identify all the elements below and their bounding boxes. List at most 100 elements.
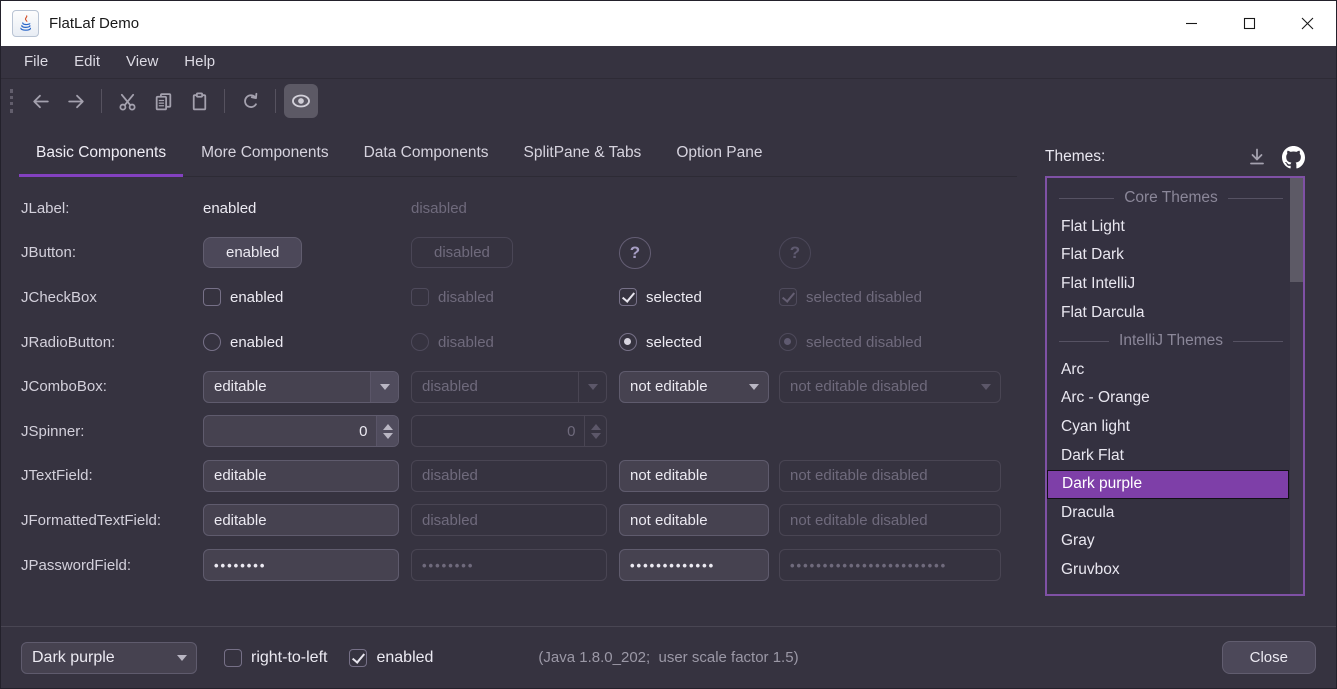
themes-label: Themes: [1045, 148, 1105, 166]
chevron-down-icon [588, 384, 598, 390]
show-details-toggle[interactable] [284, 84, 318, 118]
jradiobutton-row-label: JRadioButton: [19, 334, 203, 351]
theme-item[interactable]: Cyan light [1047, 413, 1289, 442]
spinner-value-disabled [412, 416, 584, 446]
spinner-value[interactable] [204, 416, 376, 446]
tab-option-pane[interactable]: Option Pane [659, 144, 779, 176]
theme-item[interactable]: Dark Flat [1047, 441, 1289, 470]
close-window-button[interactable] [1278, 1, 1336, 46]
copy-button[interactable] [146, 84, 180, 118]
checkbox-disabled [411, 288, 429, 306]
tab-data-components[interactable]: Data Components [347, 144, 506, 176]
toolbar-separator [101, 89, 102, 113]
theme-group-core: Core Themes [1047, 184, 1289, 213]
enabled-checkbox[interactable] [349, 649, 367, 667]
copy-icon [153, 91, 174, 112]
titlebar: FlatLaf Demo [1, 1, 1336, 46]
theme-item[interactable]: Flat Light [1047, 213, 1289, 242]
disabled-button: disabled [411, 237, 513, 268]
jtextfield-row-label: JTextField: [19, 467, 203, 484]
help-button[interactable]: ? [619, 237, 651, 269]
jlabel-row-label: JLabel: [19, 200, 203, 217]
combobox-not-editable-disabled: not editable disabled [779, 371, 1001, 403]
download-icon[interactable] [1247, 147, 1267, 167]
formatted-textfield-not-editable[interactable] [619, 504, 769, 536]
menu-file[interactable]: File [11, 46, 61, 78]
textfield-disabled [411, 460, 607, 492]
combobox-editable[interactable]: editable [203, 371, 399, 403]
password-field-editable[interactable] [203, 549, 399, 581]
refresh-button[interactable] [233, 84, 267, 118]
paste-button[interactable] [182, 84, 216, 118]
menu-edit[interactable]: Edit [61, 46, 113, 78]
combobox-not-editable[interactable]: not editable [619, 371, 769, 403]
menu-view[interactable]: View [113, 46, 171, 78]
chevron-down-icon [177, 655, 187, 661]
formatted-textfield-not-editable-disabled [779, 504, 1001, 536]
app-window: FlatLaf Demo File Edit View Help [0, 0, 1337, 689]
checkbox-selected-disabled [779, 288, 797, 306]
themes-scrollbar[interactable] [1290, 178, 1303, 594]
combobox-disabled: disabled [411, 371, 607, 403]
textfield-not-editable[interactable] [619, 460, 769, 492]
spinner-down-icon[interactable] [383, 433, 393, 439]
tab-more-components[interactable]: More Components [184, 144, 346, 176]
themes-panel: Themes: Core Themes Flat Light Flat Dark… [1045, 123, 1305, 626]
theme-item[interactable]: Arc [1047, 356, 1289, 385]
radio-enabled[interactable] [203, 333, 221, 351]
java-info-text: (Java 1.8.0_202; user scale factor 1.5) [1, 649, 1336, 666]
close-button[interactable]: Close [1222, 641, 1316, 674]
spinner-down-icon [591, 433, 601, 439]
github-icon[interactable] [1282, 146, 1305, 169]
cut-button[interactable] [110, 84, 144, 118]
radio-disabled [411, 333, 429, 351]
theme-item[interactable]: Flat Darcula [1047, 298, 1289, 327]
jlabel-enabled: enabled [203, 200, 256, 217]
toolbar-separator [224, 89, 225, 113]
maximize-button[interactable] [1220, 1, 1278, 46]
textfield-editable[interactable] [203, 460, 399, 492]
theme-item-selected[interactable]: Dark purple [1047, 470, 1289, 499]
password-field-disabled [411, 549, 607, 581]
enabled-button[interactable]: enabled [203, 237, 302, 268]
theme-item[interactable]: Gruvbox [1047, 556, 1289, 585]
right-to-left-checkbox[interactable] [224, 649, 242, 667]
textfield-not-editable-disabled [779, 460, 1001, 492]
forward-button[interactable] [59, 84, 93, 118]
formatted-textfield-editable[interactable] [203, 504, 399, 536]
theme-item[interactable]: Flat Dark [1047, 241, 1289, 270]
tab-splitpane-tabs[interactable]: SplitPane & Tabs [507, 144, 659, 176]
theme-item[interactable]: Dracula [1047, 499, 1289, 528]
back-button[interactable] [23, 84, 57, 118]
jbutton-row-label: JButton: [19, 244, 203, 261]
scrollbar-thumb[interactable] [1290, 178, 1303, 282]
menu-help[interactable]: Help [171, 46, 228, 78]
toolbar [1, 79, 1336, 123]
spinner-disabled [411, 415, 607, 447]
theme-item[interactable]: Arc - Orange [1047, 384, 1289, 413]
theme-group-intellij: IntelliJ Themes [1047, 327, 1289, 356]
password-field-not-editable[interactable] [619, 549, 769, 581]
spinner-up-icon[interactable] [383, 424, 393, 430]
spinner-up-icon [591, 424, 601, 430]
theme-item[interactable]: Gray [1047, 527, 1289, 556]
minimize-button[interactable] [1162, 1, 1220, 46]
content-area: Basic Components More Components Data Co… [1, 123, 1336, 626]
checkbox-selected[interactable] [619, 288, 637, 306]
checkbox-enabled[interactable] [203, 288, 221, 306]
back-arrow-icon [30, 91, 51, 112]
theme-combobox[interactable]: Dark purple [21, 642, 197, 674]
spinner-enabled[interactable] [203, 415, 399, 447]
tab-basic-components[interactable]: Basic Components [19, 144, 183, 176]
chevron-down-icon [981, 384, 991, 390]
radio-selected[interactable] [619, 333, 637, 351]
combobox-arrow-button[interactable] [370, 372, 398, 402]
tab-bar: Basic Components More Components Data Co… [19, 144, 1017, 177]
components-grid: JLabel: enabled disabled JButton: enable… [19, 186, 1017, 587]
theme-item[interactable]: Flat IntelliJ [1047, 270, 1289, 299]
themes-list: Core Themes Flat Light Flat Dark Flat In… [1045, 176, 1305, 596]
toolbar-grip[interactable] [10, 89, 13, 113]
refresh-icon [240, 91, 261, 112]
jformattedtextfield-row-label: JFormattedTextField: [19, 512, 203, 529]
chevron-down-icon [749, 384, 759, 390]
